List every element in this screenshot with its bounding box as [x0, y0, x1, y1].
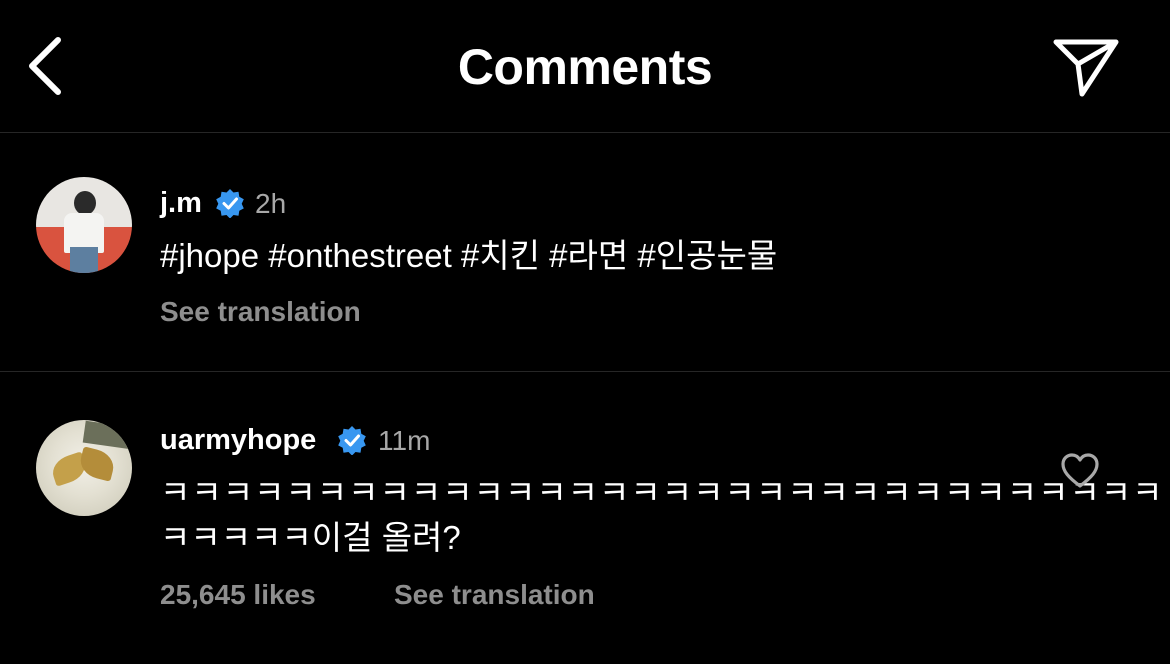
verified-badge-icon [216, 189, 244, 218]
post-caption: j.m 2h #jhope #onthestreet #치킨 #라면 #인공눈물… [0, 133, 1170, 372]
username[interactable]: j.m [160, 187, 202, 220]
comment-text-line-2: ㅋㅋㅋㅋㅋ이걸 올려? [160, 519, 461, 556]
avatar[interactable] [36, 177, 132, 273]
header-bar: Comments [0, 0, 1170, 133]
timestamp: 11m [378, 425, 431, 456]
paper-plane-icon[interactable] [1050, 34, 1122, 100]
avatar[interactable] [36, 420, 132, 516]
page-title: Comments [457, 39, 713, 95]
username[interactable]: uarmyhope [160, 424, 316, 457]
timestamp: 2h [255, 188, 287, 219]
see-translation-link[interactable]: See translation [394, 579, 595, 611]
see-translation-link[interactable]: See translation [160, 296, 361, 328]
comment-text-line-1: ㅋㅋㅋㅋㅋㅋㅋㅋㅋㅋㅋㅋㅋㅋㅋㅋㅋㅋㅋㅋㅋㅋㅋㅋㅋㅋㅋㅋㅋㅋㅋㅋ [160, 474, 1164, 511]
heart-outline-icon[interactable] [1060, 452, 1100, 490]
caption-text: #jhope #onthestreet #치킨 #라면 #인공눈물 [160, 237, 778, 274]
likes-count[interactable]: 25,645 likes [160, 579, 316, 611]
verified-badge-icon [338, 426, 366, 455]
